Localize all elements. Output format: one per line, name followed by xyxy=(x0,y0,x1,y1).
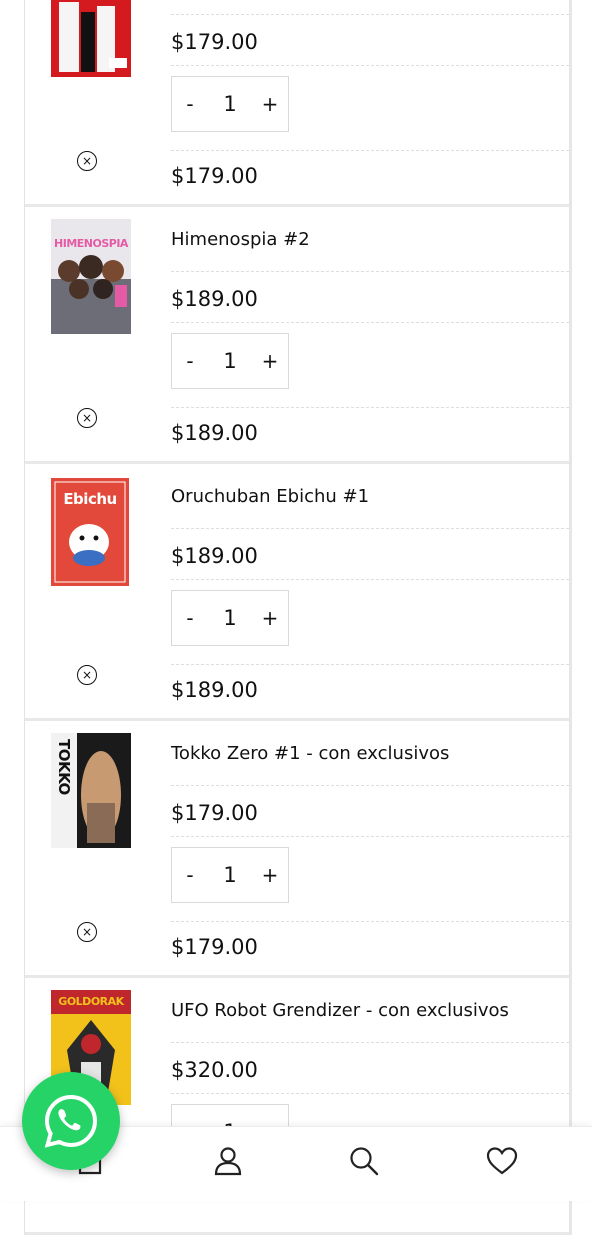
manga-cover-kanji-icon xyxy=(51,0,131,77)
heart-icon[interactable] xyxy=(484,1143,520,1179)
product-name[interactable]: Oruchuban Ebichu #1 xyxy=(171,486,369,507)
divider xyxy=(171,836,569,837)
quantity-stepper: - 1 + xyxy=(171,333,289,389)
quantity-stepper: - 1 + xyxy=(171,76,289,132)
divider xyxy=(171,271,569,272)
quantity-value[interactable]: 1 xyxy=(208,349,252,373)
product-price: $179.00 xyxy=(171,30,258,54)
divider xyxy=(171,1093,569,1094)
quantity-stepper: - 1 + xyxy=(171,590,289,646)
cover-title: Ebichu xyxy=(63,490,117,508)
cart-item: HIMENOSPIA × Himenospia #2 $189.00 - 1 +… xyxy=(25,207,569,464)
decrease-quantity-button[interactable]: - xyxy=(172,863,208,887)
search-icon[interactable] xyxy=(346,1143,382,1179)
increase-quantity-button[interactable]: + xyxy=(252,863,288,887)
remove-item-button[interactable]: × xyxy=(77,151,97,171)
decrease-quantity-button[interactable]: - xyxy=(172,349,208,373)
cover-title: HIMENOSPIA xyxy=(54,237,128,250)
cover-title: TOKKO xyxy=(55,739,73,795)
cover-title: GOLDORAK xyxy=(58,995,124,1008)
product-name[interactable]: UFO Robot Grendizer - con exclusivos xyxy=(171,1000,509,1021)
whatsapp-chat-button[interactable] xyxy=(22,1072,120,1170)
product-thumbnail[interactable]: TOKKO xyxy=(51,733,131,848)
divider xyxy=(171,579,569,580)
close-icon: × xyxy=(81,411,93,425)
divider xyxy=(171,921,569,922)
divider xyxy=(171,664,569,665)
item-subtotal: $179.00 xyxy=(171,935,258,959)
cart-item: Ebichu × Oruchuban Ebichu #1 $189.00 - 1… xyxy=(25,464,569,721)
divider xyxy=(171,407,569,408)
cart-item: × $179.00 - 1 + $179.00 xyxy=(25,0,569,207)
user-icon[interactable] xyxy=(210,1143,246,1179)
quantity-value[interactable]: 1 xyxy=(208,863,252,887)
whatsapp-icon xyxy=(44,1094,98,1148)
divider xyxy=(171,785,569,786)
remove-item-button[interactable]: × xyxy=(77,922,97,942)
item-subtotal: $189.00 xyxy=(171,421,258,445)
decrease-quantity-button[interactable]: - xyxy=(172,92,208,116)
close-icon: × xyxy=(81,668,93,682)
decrease-quantity-button[interactable]: - xyxy=(172,606,208,630)
product-name[interactable]: Tokko Zero #1 - con exclusivos xyxy=(171,743,449,764)
product-thumbnail[interactable]: Ebichu xyxy=(51,478,129,586)
cart-item: TOKKO × Tokko Zero #1 - con exclusivos $… xyxy=(25,721,569,978)
divider xyxy=(171,14,569,15)
increase-quantity-button[interactable]: + xyxy=(252,349,288,373)
increase-quantity-button[interactable]: + xyxy=(252,606,288,630)
quantity-value[interactable]: 1 xyxy=(208,606,252,630)
product-price: $179.00 xyxy=(171,801,258,825)
divider xyxy=(171,150,569,151)
remove-item-button[interactable]: × xyxy=(77,408,97,428)
divider xyxy=(171,528,569,529)
product-thumbnail[interactable]: HIMENOSPIA xyxy=(51,219,131,334)
divider xyxy=(171,1042,569,1043)
quantity-value[interactable]: 1 xyxy=(208,92,252,116)
close-icon: × xyxy=(81,925,93,939)
close-icon: × xyxy=(81,154,93,168)
product-thumbnail[interactable] xyxy=(51,0,131,77)
product-name[interactable]: Himenospia #2 xyxy=(171,229,310,250)
product-price: $189.00 xyxy=(171,544,258,568)
cart-item-list: × $179.00 - 1 + $179.00 HIMENOSPIA × Him… xyxy=(24,0,572,1235)
item-subtotal: $189.00 xyxy=(171,678,258,702)
divider xyxy=(171,65,569,66)
product-price: $320.00 xyxy=(171,1058,258,1082)
divider xyxy=(171,322,569,323)
product-price: $189.00 xyxy=(171,287,258,311)
remove-item-button[interactable]: × xyxy=(77,665,97,685)
increase-quantity-button[interactable]: + xyxy=(252,92,288,116)
quantity-stepper: - 1 + xyxy=(171,847,289,903)
item-subtotal: $179.00 xyxy=(171,164,258,188)
